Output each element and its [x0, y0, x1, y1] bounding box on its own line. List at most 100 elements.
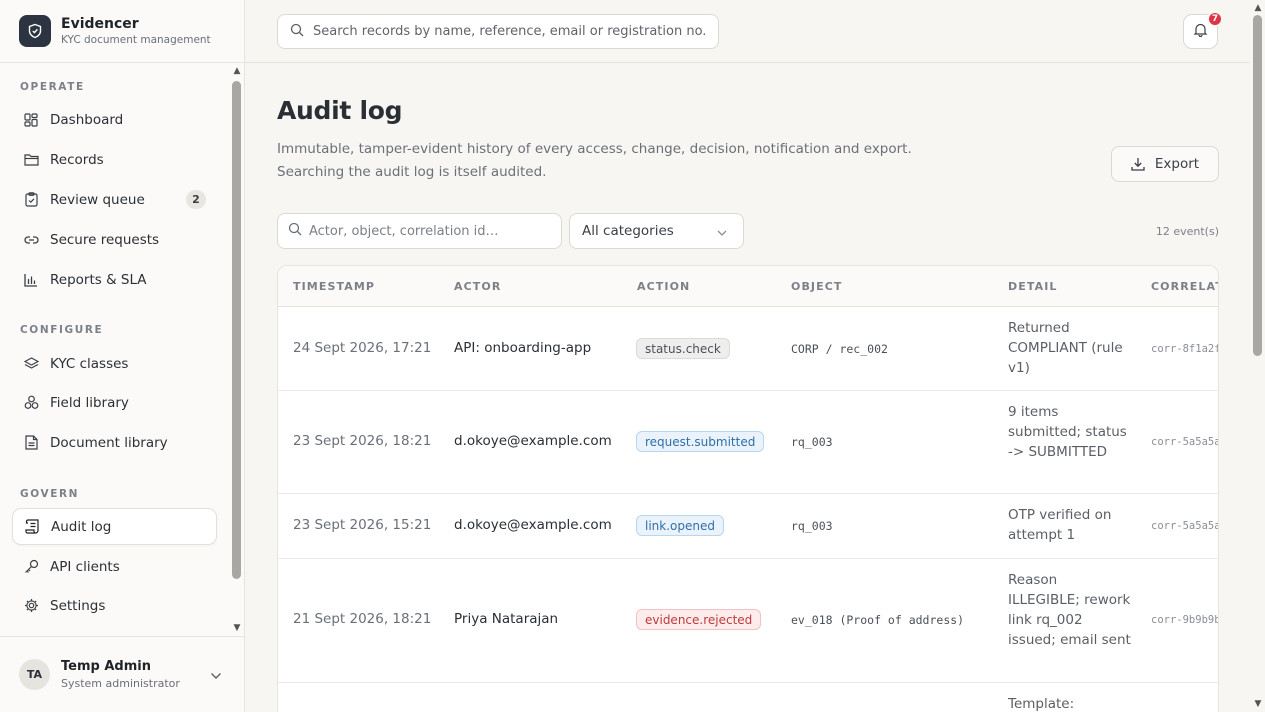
download-icon — [1131, 157, 1145, 171]
sidebar-item-label: Settings — [50, 597, 106, 614]
sidebar-item-dashboard[interactable]: Dashboard — [12, 101, 217, 138]
category-select[interactable]: All categories — [569, 213, 744, 249]
folder-icon — [23, 152, 39, 168]
sidebar-item-audit-log[interactable]: Audit log — [12, 508, 217, 545]
cell-correlation: corr-5a5a5a — [1151, 520, 1219, 532]
sidebar-scroll-thumb[interactable] — [232, 81, 241, 579]
section-govern: GOVERN — [20, 488, 80, 500]
scroll-up-icon[interactable]: ▲ — [232, 66, 242, 76]
clipboard-icon — [23, 192, 39, 208]
table-row[interactable]: Template: — [278, 683, 1218, 712]
audit-search-input[interactable] — [309, 223, 549, 239]
sidebar-item-label: KYC classes — [50, 355, 129, 372]
cell-actor: d.okoye@example.com — [454, 517, 612, 533]
sidebar-item-label: Records — [50, 151, 104, 168]
notifications-button[interactable]: 7 — [1183, 11, 1223, 49]
event-count: 12 event(s) — [1155, 225, 1219, 238]
action-badge: request.submitted — [636, 431, 765, 452]
sidebar-item-label: Dashboard — [50, 111, 124, 128]
table-row[interactable]: 23 Sept 2026, 15:21 d.okoye@example.com … — [278, 494, 1218, 559]
sidebar-item-field-library[interactable]: Field library — [12, 384, 217, 421]
search-icon — [288, 222, 302, 240]
cell-object: rq_003 — [791, 435, 833, 449]
page-description-line: Searching the audit log is itself audite… — [277, 164, 547, 180]
main-scroll-thumb[interactable] — [1253, 15, 1262, 356]
sidebar-item-settings[interactable]: Settings — [12, 587, 217, 624]
global-search-input[interactable] — [313, 24, 713, 39]
cell-detail: 9 items submitted; status -> SUBMITTED — [1008, 404, 1127, 460]
cell-detail: OTP verified on attempt 1 — [1008, 507, 1112, 543]
cell-timestamp: 23 Sept 2026, 15:21 — [293, 517, 432, 533]
global-search[interactable] — [277, 14, 719, 49]
table-row[interactable]: 21 Sept 2026, 18:21 Priya Natarajan evid… — [278, 559, 1218, 683]
cell-detail: Reason ILLEGIBLE; rework link rq_002 iss… — [1008, 572, 1131, 648]
sidebar-item-reports[interactable]: Reports & SLA — [12, 261, 217, 298]
sidebar-item-label: API clients — [50, 558, 120, 575]
cell-timestamp: 21 Sept 2026, 18:21 — [293, 611, 432, 627]
user-role: System administrator — [61, 677, 180, 690]
sidebar-item-review-queue[interactable]: Review queue 2 — [12, 181, 217, 218]
sidebar-item-records[interactable]: Records — [12, 141, 217, 178]
cell-actor: d.okoye@example.com — [454, 433, 612, 449]
key-icon — [23, 559, 39, 575]
category-select-value: All categories — [582, 223, 674, 239]
cell-detail: Template: — [1008, 696, 1075, 712]
table-row[interactable]: 24 Sept 2026, 17:21 API: onboarding-app … — [278, 307, 1218, 391]
avatar: TA — [19, 659, 50, 690]
sidebar-item-kyc-classes[interactable]: KYC classes — [12, 345, 217, 382]
chevron-down-icon — [717, 225, 727, 241]
table-row[interactable]: 23 Sept 2026, 18:21 d.okoye@example.com … — [278, 391, 1218, 494]
column-header-object[interactable]: OBJECT — [791, 280, 843, 293]
link-icon — [23, 232, 39, 248]
user-menu[interactable]: TA Temp Admin System administrator — [0, 636, 244, 712]
cell-object: CORP / rec_002 — [791, 342, 888, 356]
cell-actor: API: onboarding-app — [454, 340, 592, 356]
review-count-badge: 2 — [186, 190, 206, 209]
cell-timestamp: 24 Sept 2026, 17:21 — [293, 340, 432, 356]
page-title: Audit log — [277, 96, 403, 125]
shield-icon — [19, 15, 51, 47]
cell-detail: Returned COMPLIANT (rule v1) — [1008, 320, 1123, 376]
main-scrollbar[interactable]: ▲ ▼ — [1250, 0, 1265, 712]
brand-name: Evidencer — [61, 16, 139, 32]
cell-object: ev_018 (Proof of address) — [791, 613, 965, 627]
section-configure: CONFIGURE — [20, 324, 104, 336]
scroll-icon — [24, 519, 40, 535]
user-name: Temp Admin — [61, 659, 151, 674]
column-header-detail[interactable]: DETAIL — [1008, 280, 1058, 293]
sidebar-scrollbar[interactable]: ▲ ▼ — [230, 63, 244, 636]
layers-icon — [23, 356, 39, 372]
bar-chart-icon — [23, 272, 39, 288]
action-badge: status.check — [636, 338, 730, 359]
chevron-down-icon[interactable] — [210, 669, 222, 684]
column-header-actor[interactable]: ACTOR — [454, 280, 501, 293]
table-header: TIMESTAMP ACTOR ACTION OBJECT DETAIL COR… — [278, 266, 1218, 307]
column-header-correlation[interactable]: CORRELATI — [1151, 280, 1218, 293]
cell-object: rq_003 — [791, 519, 833, 533]
sidebar-item-label: Audit log — [51, 518, 112, 535]
audit-table: TIMESTAMP ACTOR ACTION OBJECT DETAIL COR… — [277, 265, 1219, 712]
column-header-timestamp[interactable]: TIMESTAMP — [293, 280, 375, 293]
scroll-down-icon[interactable]: ▼ — [1253, 699, 1263, 709]
cell-correlation: corr-5a5a5a — [1151, 436, 1219, 448]
sidebar-item-document-library[interactable]: Document library — [12, 424, 217, 461]
sidebar-item-label: Reports & SLA — [50, 271, 147, 288]
sidebar-item-api-clients[interactable]: API clients — [12, 548, 217, 585]
column-header-action[interactable]: ACTION — [637, 280, 690, 293]
scroll-up-icon[interactable]: ▲ — [1253, 3, 1263, 13]
sidebar-item-secure-requests[interactable]: Secure requests — [12, 221, 217, 258]
action-badge: evidence.rejected — [636, 609, 762, 630]
cell-correlation: corr-8f1a2f — [1151, 343, 1219, 355]
export-label: Export — [1154, 156, 1200, 172]
scroll-down-icon[interactable]: ▼ — [232, 623, 242, 633]
bell-icon — [1193, 22, 1208, 41]
audit-search[interactable] — [277, 213, 562, 249]
topbar: 7 — [245, 0, 1250, 63]
page-description: Immutable, tamper-evident history of eve… — [277, 138, 977, 184]
sidebar-item-label: Secure requests — [50, 231, 160, 248]
notification-count-badge: 7 — [1207, 11, 1223, 27]
export-button[interactable]: Export — [1111, 146, 1219, 182]
brand-subtitle: KYC document management — [61, 34, 211, 46]
sidebar: Evidencer KYC document management OPERAT… — [0, 0, 245, 712]
dashboard-icon — [23, 112, 39, 128]
